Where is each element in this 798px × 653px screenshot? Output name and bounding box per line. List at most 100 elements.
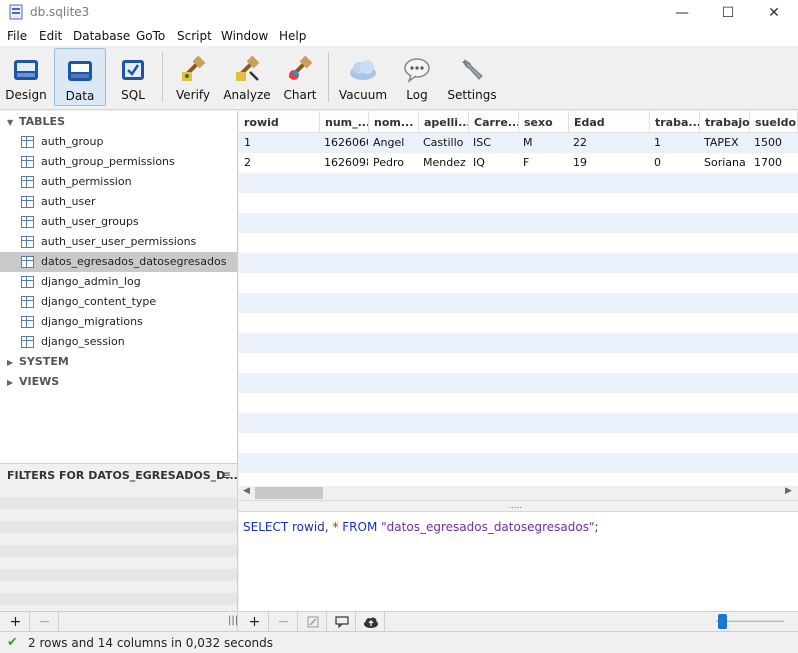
filters-header: FILTERS FOR DATOS_EGRESADOS_D... ≡	[0, 463, 238, 487]
scroll-right-icon[interactable]: ▶	[785, 486, 792, 496]
chart-button[interactable]: Chart	[280, 48, 320, 106]
empty-row-stripe	[239, 413, 798, 433]
design-icon	[9, 52, 43, 86]
column-header[interactable]: apelli...	[419, 111, 469, 133]
splitter-handle[interactable]: .....	[509, 501, 522, 510]
sql-query-text[interactable]: SELECT rowid, * FROM "datos_egresados_da…	[243, 520, 599, 534]
main-toolbar: Design Data SQL Verify Analyze Chart Vac…	[0, 46, 798, 110]
toolbar-separator	[328, 52, 329, 102]
data-icon	[63, 53, 97, 87]
column-chooser-icon[interactable]: |||	[228, 615, 238, 626]
table-row[interactable]: 1 1626060 Angel Castillo ISC M 22 1 TAPE…	[239, 133, 798, 153]
close-button[interactable]: ✕	[751, 0, 797, 26]
log-icon	[400, 52, 434, 86]
sidebar-item-django-content-type[interactable]: django_content_type	[0, 292, 237, 312]
menu-goto[interactable]: GoTo	[136, 29, 165, 43]
table-icon	[21, 176, 34, 188]
sidebar-item-auth-group[interactable]: auth_group	[0, 132, 237, 152]
slider-knob[interactable]	[718, 614, 727, 629]
comment-icon[interactable]	[328, 612, 356, 632]
sidebar-item-django-migrations[interactable]: django_migrations	[0, 312, 237, 332]
menu-database[interactable]: Database	[73, 29, 130, 43]
vacuum-button[interactable]: Vacuum	[338, 48, 388, 106]
filter-row	[0, 545, 237, 557]
menu-script[interactable]: Script	[177, 29, 212, 43]
column-header[interactable]: nom...	[369, 111, 419, 133]
success-check-icon: ✔	[7, 635, 18, 650]
column-header[interactable]: sexo	[519, 111, 569, 133]
filters-title: FILTERS FOR DATOS_EGRESADOS_D...	[7, 469, 238, 482]
column-header[interactable]: traba...	[650, 111, 700, 133]
table-row[interactable]: 2 1626098 Pedro Mendez IQ F 19 0 Soriana…	[239, 153, 798, 173]
filter-row	[0, 497, 237, 509]
sidebar-item-auth-user-groups[interactable]: auth_user_groups	[0, 212, 237, 232]
table-icon	[21, 236, 34, 248]
design-button[interactable]: Design	[4, 48, 48, 106]
settings-button[interactable]: Settings	[446, 48, 498, 106]
sql-icon	[116, 52, 150, 86]
title-bar: db.sqlite3 — ☐ ✕	[0, 0, 798, 26]
menu-window[interactable]: Window	[221, 29, 268, 43]
edit-icon[interactable]	[299, 612, 327, 632]
grid-button-bar: + −	[239, 611, 798, 632]
collapsed-arrow-icon: ▶	[7, 378, 14, 387]
sql-button[interactable]: SQL	[111, 48, 155, 106]
sidebar-item-datos-egresados[interactable]: datos_egresados_datosegresados	[0, 252, 237, 272]
analyze-button[interactable]: Analyze	[222, 48, 272, 106]
verify-button[interactable]: Verify	[170, 48, 216, 106]
add-filter-button[interactable]: +	[2, 612, 30, 632]
column-header[interactable]: rowid	[239, 111, 320, 133]
sql-editor[interactable]: SELECT rowid, * FROM "datos_egresados_da…	[239, 512, 798, 611]
table-icon	[21, 336, 34, 348]
toolbar-separator	[162, 52, 163, 102]
sidebar-item-auth-user-user-permissions[interactable]: auth_user_user_permissions	[0, 232, 237, 252]
sidebar-item-auth-group-permissions[interactable]: auth_group_permissions	[0, 152, 237, 172]
column-header[interactable]: Edad	[569, 111, 650, 133]
table-icon	[21, 256, 34, 268]
wrench-icon	[455, 52, 489, 86]
delete-row-button[interactable]: −	[270, 612, 298, 632]
column-header[interactable]: Carre...	[469, 111, 519, 133]
empty-row-stripe	[239, 373, 798, 393]
horizontal-scrollbar[interactable]: ◀ ▶	[239, 486, 798, 500]
column-header[interactable]: trabajo	[700, 111, 750, 133]
object-tree: ▼ TABLES auth_group auth_group_permission…	[0, 111, 238, 463]
remove-filter-button[interactable]: −	[31, 612, 59, 632]
pane-splitter[interactable]: .....	[239, 500, 798, 512]
maximize-button[interactable]: ☐	[705, 0, 751, 26]
scrollbar-thumb[interactable]	[255, 487, 323, 499]
table-icon	[21, 276, 34, 288]
window-title: db.sqlite3	[30, 5, 90, 19]
analyze-icon	[230, 52, 264, 86]
add-row-button[interactable]: +	[241, 612, 269, 632]
table-icon	[21, 136, 34, 148]
data-grid: rowid num_... nom... apelli... Carre... …	[239, 111, 798, 486]
filter-row	[0, 593, 237, 605]
column-header[interactable]: sueldo	[750, 111, 798, 133]
empty-row-stripe	[239, 293, 798, 313]
table-icon	[21, 156, 34, 168]
sidebar-item-django-session[interactable]: django_session	[0, 332, 237, 352]
filter-row	[0, 521, 237, 533]
menu-help[interactable]: Help	[279, 29, 306, 43]
hamburger-menu-icon[interactable]: ≡	[221, 468, 231, 482]
data-button[interactable]: Data	[54, 48, 106, 106]
menu-edit[interactable]: Edit	[39, 29, 62, 43]
zoom-slider[interactable]	[716, 614, 786, 629]
scroll-left-icon[interactable]: ◀	[243, 486, 250, 496]
tree-group-system[interactable]: ▶ SYSTEM	[7, 355, 69, 368]
sidebar-item-django-admin-log[interactable]: django_admin_log	[0, 272, 237, 292]
verify-icon	[176, 52, 210, 86]
filter-row	[0, 569, 237, 581]
column-header[interactable]: num_...	[320, 111, 369, 133]
minimize-button[interactable]: —	[659, 0, 705, 26]
empty-row-stripe	[239, 253, 798, 273]
sidebar-item-auth-permission[interactable]: auth_permission	[0, 172, 237, 192]
menu-file[interactable]: File	[7, 29, 27, 43]
table-icon	[21, 216, 34, 228]
sidebar-item-auth-user[interactable]: auth_user	[0, 192, 237, 212]
log-button[interactable]: Log	[398, 48, 436, 106]
cloud-upload-icon[interactable]	[357, 612, 385, 632]
tree-group-views[interactable]: ▶ VIEWS	[7, 375, 59, 388]
tree-group-tables[interactable]: ▼ TABLES	[7, 115, 65, 128]
